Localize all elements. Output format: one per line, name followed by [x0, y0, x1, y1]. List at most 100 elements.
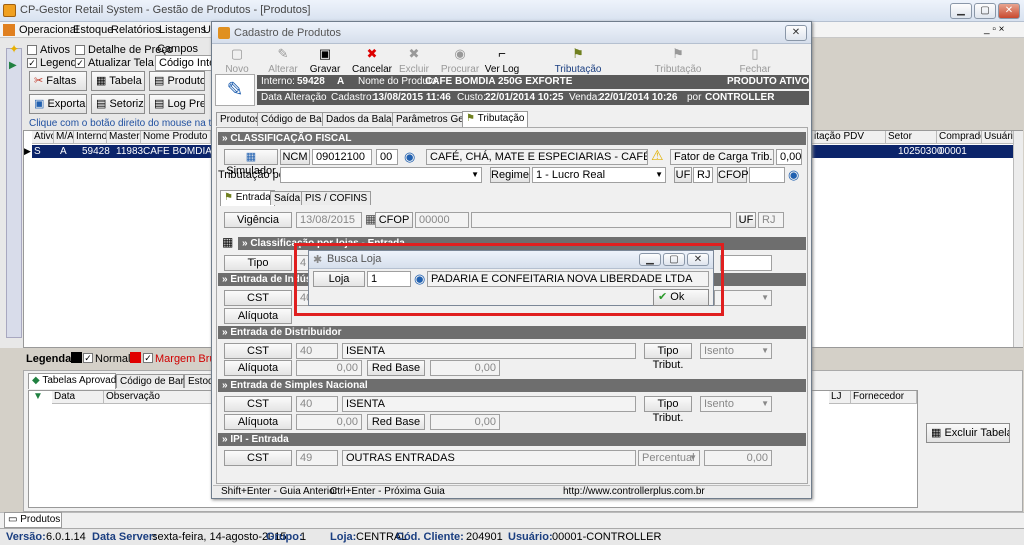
col-data[interactable]: Data [52, 391, 104, 404]
col-ma[interactable]: M/A [54, 131, 74, 144]
tab-estoque[interactable]: Estoqu [184, 374, 219, 388]
toolbar-novo[interactable]: ▢ Novo [214, 46, 260, 75]
tab-tabelas-aprovadas[interactable]: ◆ Tabelas Aprovadas [28, 373, 127, 389]
vigencia-input[interactable]: 13/08/2015 [296, 212, 362, 228]
chevron-down-icon: ▼ [761, 399, 769, 408]
cst2-input[interactable]: 40 [296, 343, 338, 359]
toolbar-procurar[interactable]: ◉ Procurar [437, 46, 483, 75]
regime-select[interactable]: 1 - Lucro Real ▼ [532, 167, 666, 183]
menu-listagens[interactable]: Listagens [159, 24, 206, 36]
label-ativos: Ativos [40, 44, 70, 56]
app-icon [3, 4, 16, 17]
cell-comprador: 00001 [939, 146, 967, 157]
simulador-button[interactable]: ▦ Simulador [224, 149, 278, 177]
aliq3-input[interactable]: 0,00 [296, 414, 362, 430]
campos-select[interactable]: Código Interno [155, 55, 213, 71]
toolbar-excluir[interactable]: ✖ Excluir [391, 46, 437, 75]
menu-operacional[interactable]: Operacional [19, 24, 78, 36]
tab-tributacao[interactable]: ⚑ Tributação [462, 111, 529, 127]
red2-input[interactable]: 0,00 [430, 360, 500, 376]
col-master[interactable]: Master [107, 131, 141, 144]
cst4-input[interactable]: 49 [296, 450, 338, 466]
cfop-input[interactable] [749, 167, 785, 183]
toolbar-tributacao[interactable]: ⚑ Tributação [552, 46, 604, 75]
ncm-input[interactable]: 09012100 [312, 149, 372, 165]
aliq2-input[interactable]: 0,00 [296, 360, 362, 376]
col-pdv[interactable]: itação PDV [812, 131, 886, 144]
app-menu-icon[interactable] [3, 24, 15, 36]
maximize-button[interactable]: ▢ [974, 3, 996, 19]
close-door-icon: ▯ [751, 46, 759, 61]
toolbar-fechar[interactable]: ▯ Fechar [732, 46, 778, 75]
row-pointer-icon: ▶ [24, 146, 31, 156]
table-row[interactable]: S A 59428 11983 CAFE BOMDIA 250 [32, 145, 212, 170]
col-nome[interactable]: Nome Produto [141, 131, 211, 144]
fator-input[interactable]: 0,00 [776, 149, 802, 165]
cfop-search-icon[interactable]: ◉ [788, 167, 799, 183]
tab-codigo-barras[interactable]: Código de Barras [116, 374, 198, 388]
status-badge: PRODUTO ATIVO [727, 76, 810, 87]
checkbox-legenda[interactable]: ✓ [27, 58, 37, 68]
toolbar-cancelar[interactable]: ✖ Cancelar [349, 46, 395, 75]
menu-estoque[interactable]: Estoque [73, 24, 113, 36]
grupo-label: Grupo: [266, 531, 303, 543]
new-icon: ▢ [230, 46, 244, 61]
section-ipi: » IPI - Entrada [218, 433, 806, 446]
legend-margem-check[interactable]: ✓ [143, 353, 153, 363]
ncm-search-icon[interactable]: ◉ [404, 149, 415, 165]
ipi-tipo-select[interactable]: Percentual ▼ [638, 450, 700, 466]
produtos-button[interactable]: ▤ Produtos [149, 71, 205, 91]
checkbox-atualizar[interactable]: ✓ [75, 58, 85, 68]
cell-master: 11983 [116, 146, 144, 157]
server-label: Data Server: [92, 531, 157, 543]
checkbox-detalhe-preco[interactable] [75, 45, 85, 55]
ncm-label: NCM [280, 149, 310, 165]
minimize-button[interactable]: ▁ [950, 3, 972, 19]
tipo-trib3-select[interactable]: Isento ▼ [700, 396, 772, 412]
toolbar-tributacao-2[interactable]: ⚑ Tributação [652, 46, 704, 75]
taskbar-produtos[interactable]: ▭ Produtos [4, 512, 62, 528]
uf-input[interactable]: RJ [693, 167, 713, 183]
col-interno[interactable]: Interno [74, 131, 107, 144]
trib-ean-select[interactable]: ▼ [280, 167, 482, 183]
tipo-trib2-select[interactable]: Isento ▼ [700, 343, 772, 359]
col-ativo[interactable]: Ativo [32, 131, 54, 144]
col-lj[interactable]: LJ [829, 391, 851, 404]
play-icon[interactable]: ▶ [9, 60, 17, 71]
cst3-input[interactable]: 40 [296, 396, 338, 412]
exportar-button[interactable]: ▣ Exportar [29, 94, 87, 114]
cfop2-input[interactable]: 00000 [415, 212, 469, 228]
legend-normal-check[interactable]: ✓ [83, 353, 93, 363]
faltas-button[interactable]: ✂ Faltas [29, 71, 87, 91]
grid-vscroll[interactable] [1013, 131, 1023, 347]
col-setor[interactable]: Setor [886, 131, 937, 144]
subtab-saida[interactable]: Saída [270, 191, 305, 205]
subtab-pis-cofins[interactable]: PIS / COFINS [301, 191, 372, 205]
lojas-icon[interactable]: ▦ [222, 235, 233, 249]
ncm-ext-input[interactable]: 00 [376, 149, 398, 165]
toolbar-ver-log[interactable]: ⌐ Ver Log [479, 46, 525, 75]
col-observacao[interactable]: Observação [104, 391, 212, 404]
app-title: CP-Gestor Retail System - Gestão de Prod… [20, 4, 311, 16]
toolbar-gravar[interactable]: ▣ Gravar [302, 46, 348, 75]
dialog-close-button[interactable]: ✕ [785, 25, 807, 41]
ipi-val-input[interactable]: 0,00 [704, 450, 772, 466]
col-comprador[interactable]: Comprador [937, 131, 982, 144]
menu-relatorios[interactable]: Relatórios [111, 24, 161, 36]
log-preco-button[interactable]: ▤ Log Preço [149, 94, 205, 114]
tipo-extra-input[interactable] [720, 255, 772, 271]
red3-input[interactable]: 0,00 [430, 414, 500, 430]
por-label: por [687, 92, 702, 103]
uf2-input[interactable]: RJ [758, 212, 784, 228]
setorizar-button[interactable]: ▤ Setorizar [91, 94, 145, 114]
col-fornecedor[interactable]: Fornecedor [851, 391, 917, 404]
table-row-right[interactable]: 10250300 00001 [812, 145, 1022, 158]
lightbulb-icon[interactable]: ✦ [9, 42, 19, 56]
excluir-tabela-button[interactable]: ▦ Excluir Tabela [926, 423, 1010, 443]
subtab-entrada[interactable]: ⚑ Entrada [220, 190, 275, 206]
mdi-controls[interactable]: _ ▫ × [984, 24, 1005, 35]
toolbar-alterar[interactable]: ✎ Alterar [260, 46, 306, 75]
tabela-button[interactable]: ▦ Tabela [91, 71, 145, 91]
close-button[interactable]: ✕ [998, 3, 1020, 19]
checkbox-ativos[interactable] [27, 45, 37, 55]
